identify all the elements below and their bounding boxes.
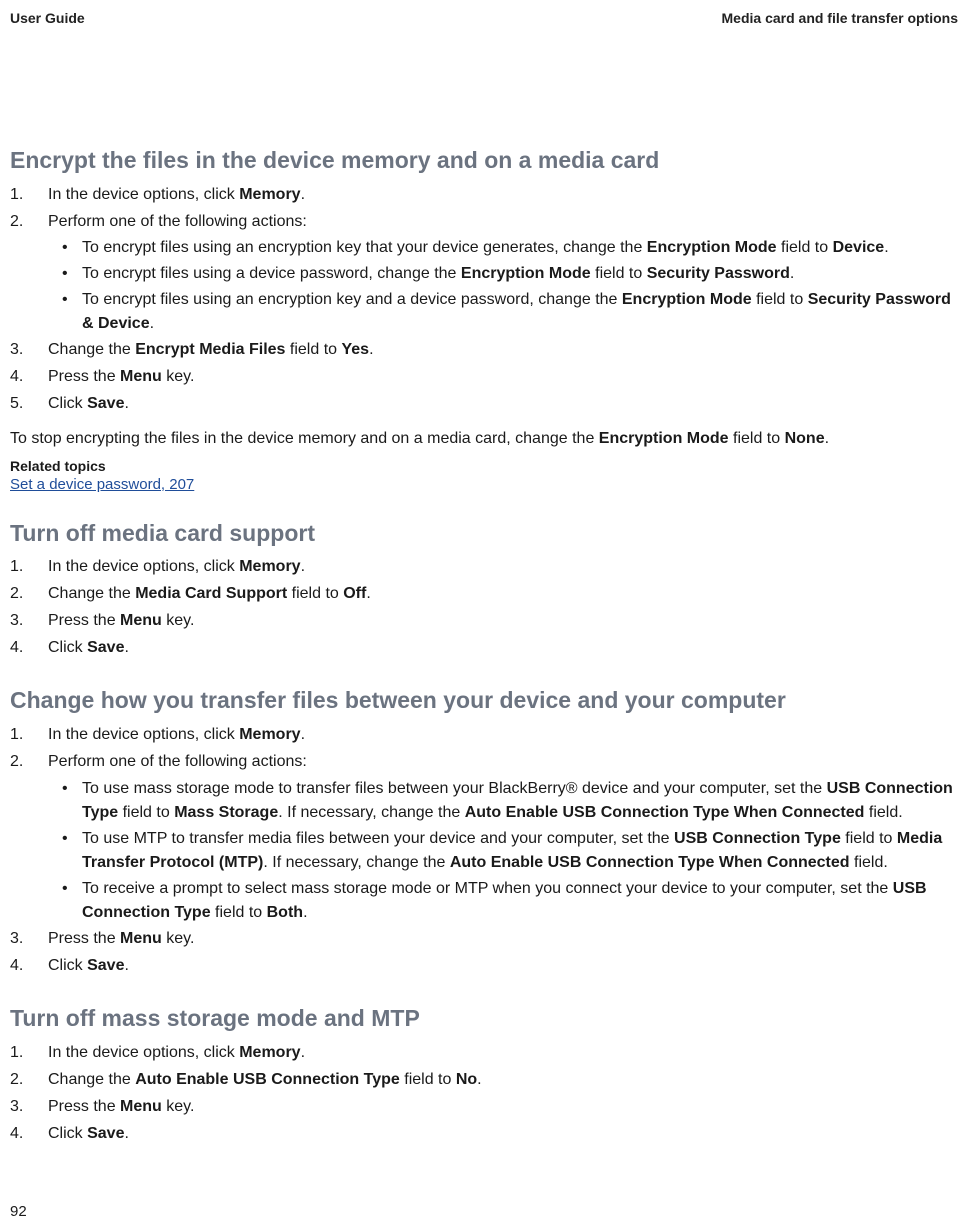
- step-text: Click Save.: [48, 395, 129, 412]
- step-text: Press the Menu key.: [48, 1098, 194, 1115]
- page: User Guide Media card and file transfer …: [0, 0, 974, 1228]
- step-item: 1. In the device options, click Memory.: [10, 183, 958, 208]
- step-item: 3. Press the Menu key.: [10, 927, 958, 952]
- step-item: 2. Change the Media Card Support field to…: [10, 582, 958, 607]
- related-topic-link[interactable]: Set a device password, 207: [10, 476, 958, 493]
- section-title: Turn off media card support: [10, 519, 958, 548]
- step-number: 2.: [10, 582, 34, 607]
- sub-bullet-item: To encrypt files using an encryption key…: [48, 288, 958, 336]
- step-number: 3.: [10, 338, 34, 363]
- step-number: 2.: [10, 750, 34, 775]
- step-number: 4.: [10, 1122, 34, 1147]
- step-text: Press the Menu key.: [48, 612, 194, 629]
- content: Encrypt the files in the device memory a…: [10, 146, 958, 1146]
- step-item: 2. Perform one of the following actions: T…: [10, 210, 958, 337]
- step-number: 3.: [10, 927, 34, 952]
- body-paragraph: To stop encrypting the files in the devi…: [10, 427, 958, 452]
- step-number: 3.: [10, 609, 34, 634]
- step-number: 1.: [10, 1041, 34, 1066]
- section-title: Encrypt the files in the device memory a…: [10, 146, 958, 175]
- sub-bullet-item: To encrypt files using a device password…: [48, 262, 958, 286]
- step-number: 4.: [10, 365, 34, 390]
- step-text: Click Save.: [48, 1125, 129, 1142]
- step-item: 2. Perform one of the following actions: T…: [10, 750, 958, 925]
- step-item: 3. Press the Menu key.: [10, 609, 958, 634]
- step-number: 1.: [10, 723, 34, 748]
- section-title: Turn off mass storage mode and MTP: [10, 1004, 958, 1033]
- step-number: 5.: [10, 392, 34, 417]
- step-list: 1. In the device options, click Memory. 2.…: [10, 1041, 958, 1146]
- step-text: In the device options, click Memory.: [48, 558, 305, 575]
- step-text: Change the Encrypt Media Files field to …: [48, 341, 374, 358]
- step-item: 3. Press the Menu key.: [10, 1095, 958, 1120]
- step-item: 4. Click Save.: [10, 954, 958, 979]
- sub-bullet-item: To encrypt files using an encryption key…: [48, 236, 958, 260]
- step-number: 3.: [10, 1095, 34, 1120]
- step-number: 2.: [10, 1068, 34, 1093]
- step-text: Press the Menu key.: [48, 930, 194, 947]
- step-text: Click Save.: [48, 957, 129, 974]
- step-number: 1.: [10, 555, 34, 580]
- step-list: 1. In the device options, click Memory. 2.…: [10, 183, 958, 417]
- step-text: In the device options, click Memory.: [48, 1044, 305, 1061]
- step-item: 4. Click Save.: [10, 1122, 958, 1147]
- step-text: Press the Menu key.: [48, 368, 194, 385]
- step-item: 1. In the device options, click Memory.: [10, 555, 958, 580]
- step-text: Change the Media Card Support field to O…: [48, 585, 371, 602]
- step-text: Click Save.: [48, 639, 129, 656]
- step-number: 2.: [10, 210, 34, 235]
- sub-bullet-item: To receive a prompt to select mass stora…: [48, 877, 958, 925]
- running-header: User Guide Media card and file transfer …: [10, 10, 958, 26]
- step-text: In the device options, click Memory.: [48, 186, 305, 203]
- step-text: In the device options, click Memory.: [48, 726, 305, 743]
- step-item: 1. In the device options, click Memory.: [10, 723, 958, 748]
- sub-bullet-item: To use MTP to transfer media files betwe…: [48, 827, 958, 875]
- step-list: 1. In the device options, click Memory. 2.…: [10, 723, 958, 978]
- header-right: Media card and file transfer options: [722, 10, 959, 26]
- sub-bullet-list: To encrypt files using an encryption key…: [48, 236, 958, 336]
- step-item: 4. Press the Menu key.: [10, 365, 958, 390]
- step-text: Change the Auto Enable USB Connection Ty…: [48, 1071, 482, 1088]
- step-number: 4.: [10, 954, 34, 979]
- step-text: Perform one of the following actions:: [48, 213, 307, 230]
- header-left: User Guide: [10, 10, 85, 26]
- step-item: 2. Change the Auto Enable USB Connection …: [10, 1068, 958, 1093]
- sub-bullet-item: To use mass storage mode to transfer fil…: [48, 777, 958, 825]
- section-title: Change how you transfer files between yo…: [10, 686, 958, 715]
- step-item: 1. In the device options, click Memory.: [10, 1041, 958, 1066]
- step-number: 4.: [10, 636, 34, 661]
- sub-bullet-list: To use mass storage mode to transfer fil…: [48, 777, 958, 925]
- step-item: 4. Click Save.: [10, 636, 958, 661]
- related-topics-label: Related topics: [10, 458, 958, 474]
- step-item: 3. Change the Encrypt Media Files field t…: [10, 338, 958, 363]
- step-item: 5. Click Save.: [10, 392, 958, 417]
- step-text: Perform one of the following actions:: [48, 753, 307, 770]
- page-number: 92: [10, 1203, 27, 1220]
- step-number: 1.: [10, 183, 34, 208]
- step-list: 1. In the device options, click Memory. 2.…: [10, 555, 958, 660]
